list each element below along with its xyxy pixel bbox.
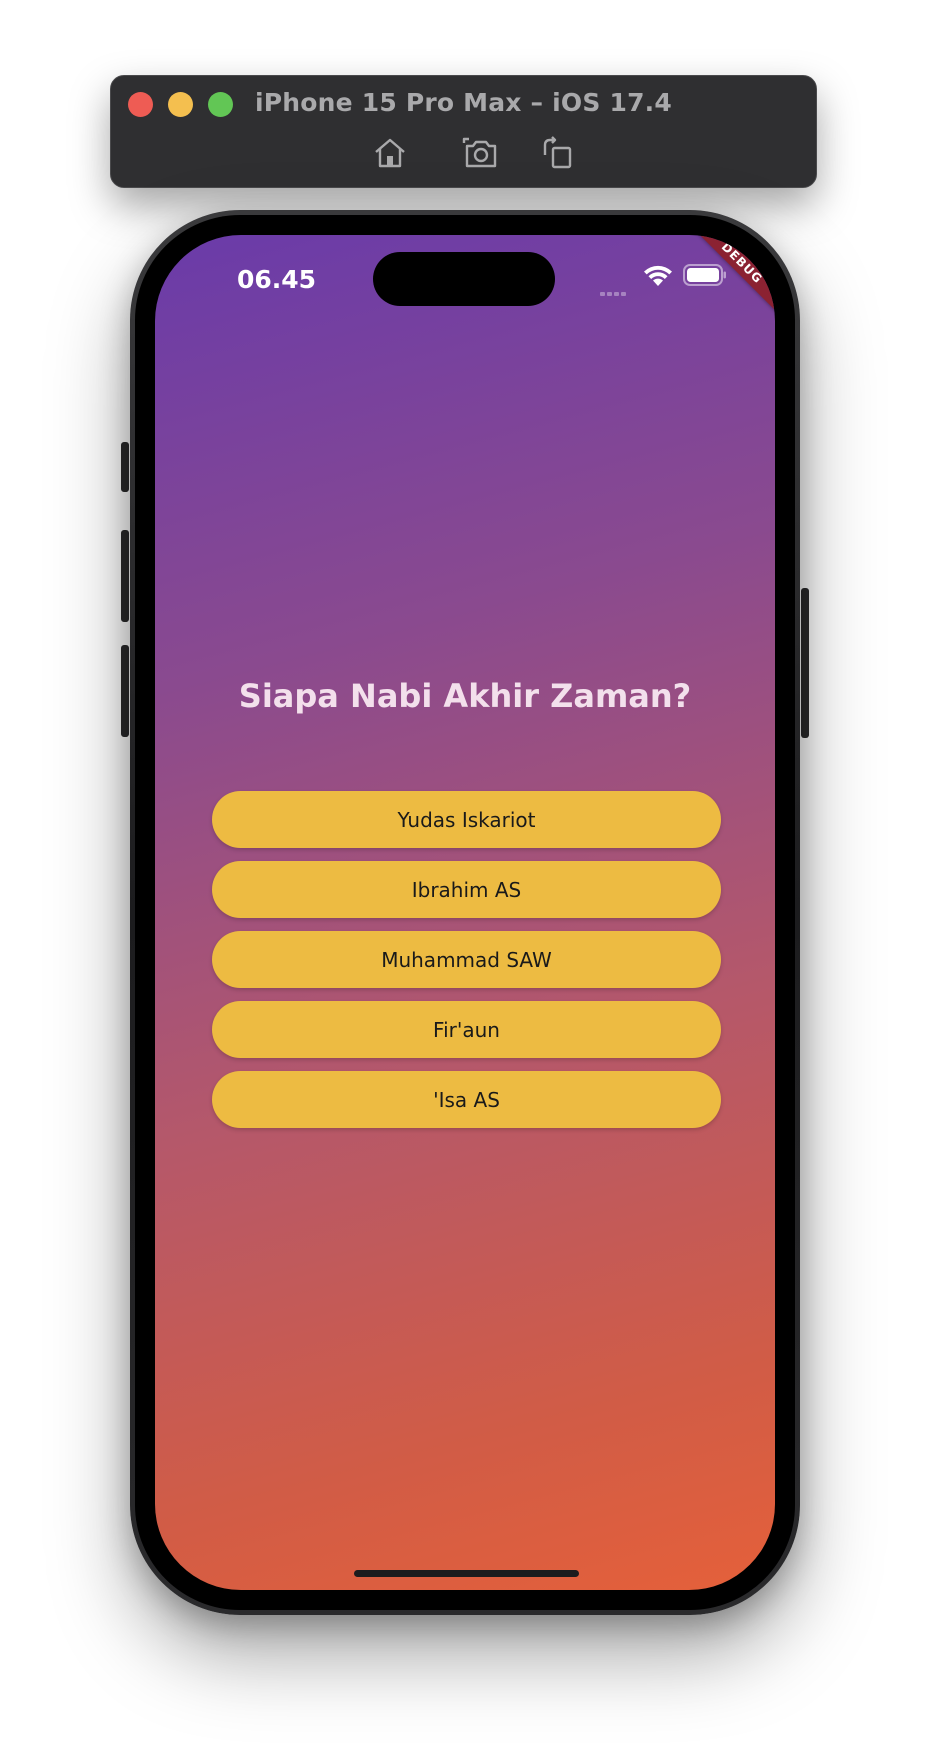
answer-list: Yudas Iskariot Ibrahim AS Muhammad SAW F… [212,791,721,1141]
app-screen: 06.45 DEBUG Siapa Nabi Akhir Zaman? Yuda… [155,235,775,1590]
home-icon[interactable] [371,135,409,171]
rotate-icon[interactable] [538,135,576,171]
question-text: Siapa Nabi Akhir Zaman? [238,677,692,715]
answer-button-isa-as[interactable]: 'Isa AS [212,1071,721,1128]
answer-button-ibrahim-as[interactable]: Ibrahim AS [212,861,721,918]
volume-down-button[interactable] [121,645,129,737]
answer-button-firaun[interactable]: Fir'aun [212,1001,721,1058]
answer-button-muhammad-saw[interactable]: Muhammad SAW [212,931,721,988]
dynamic-island [373,252,555,306]
wifi-icon [642,264,674,288]
cellular-signal-icon [600,278,634,296]
action-button[interactable] [121,442,129,492]
status-time: 06.45 [237,265,317,294]
simulator-window-toolbar: iPhone 15 Pro Max – iOS 17.4 [110,75,817,188]
simulator-title: iPhone 15 Pro Max – iOS 17.4 [255,88,672,117]
answer-button-yudas-iskariot[interactable]: Yudas Iskariot [212,791,721,848]
power-button[interactable] [801,588,809,738]
screenshot-icon[interactable] [461,135,499,171]
volume-up-button[interactable] [121,530,129,622]
battery-icon [683,264,727,286]
phone-frame: 06.45 DEBUG Siapa Nabi Akhir Zaman? Yuda… [130,210,800,1615]
home-indicator[interactable] [354,1570,579,1577]
phone-bezel: 06.45 DEBUG Siapa Nabi Akhir Zaman? Yuda… [135,215,795,1610]
